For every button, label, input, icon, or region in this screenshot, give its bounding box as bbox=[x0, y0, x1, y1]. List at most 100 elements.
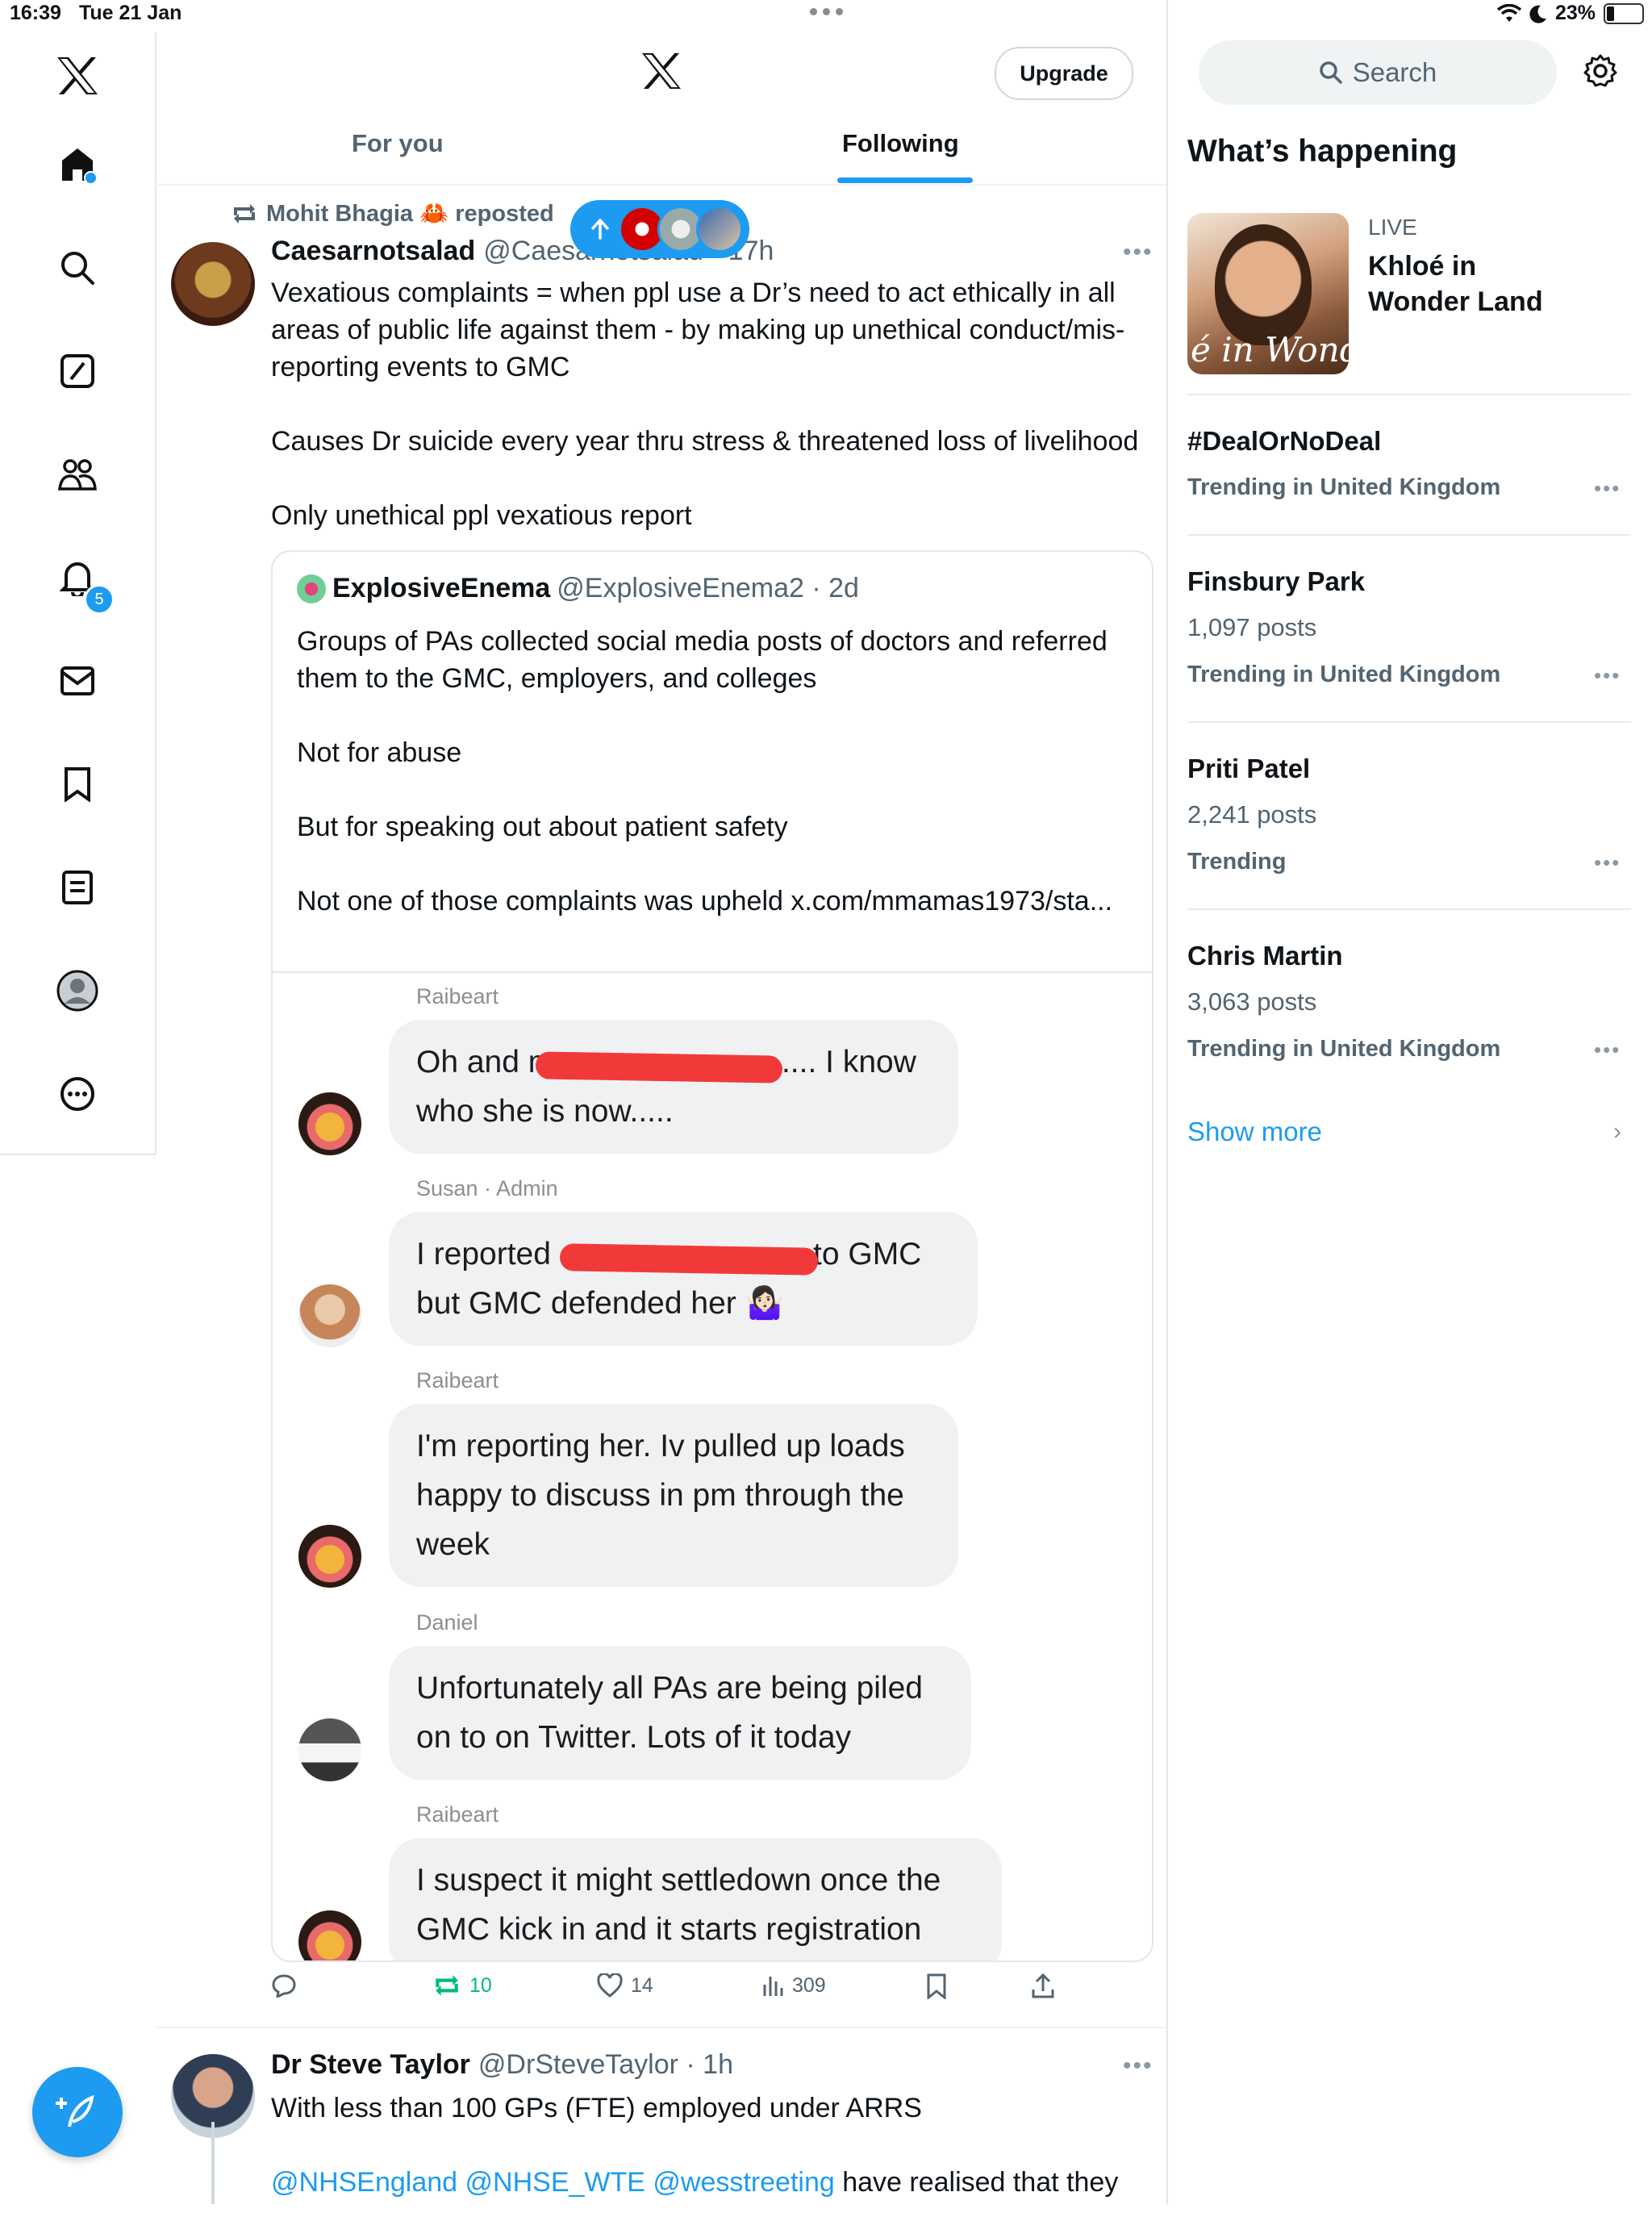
trend-meta: Trending in United Kingdom bbox=[1187, 1036, 1501, 1062]
show-more-link[interactable]: Show more bbox=[1187, 1117, 1322, 1147]
bookmark-button[interactable] bbox=[926, 1973, 947, 1999]
messages-icon[interactable] bbox=[50, 653, 105, 708]
live-event-title[interactable]: Khloé in Wonder Land bbox=[1368, 248, 1578, 319]
trend-more-icon[interactable]: ••• bbox=[1594, 476, 1621, 501]
x-header-logo-icon[interactable] bbox=[640, 52, 682, 90]
quote-author-handle: @ExplosiveEnema2 · 2d bbox=[557, 573, 859, 603]
chat-author: Raibeart bbox=[416, 1368, 499, 1392]
battery-icon bbox=[1604, 2, 1644, 24]
communities-icon[interactable] bbox=[50, 447, 105, 502]
chat-line: GMC kick in and it starts registration bbox=[416, 1912, 922, 1947]
caesarnotsalad-avatar[interactable] bbox=[171, 242, 255, 326]
notifications-badge: 5 bbox=[84, 584, 115, 615]
home-icon[interactable] bbox=[50, 137, 105, 192]
tweet2-author-name[interactable]: Dr Steve Taylor bbox=[271, 2049, 470, 2081]
tweet1-author-name[interactable]: Caesarnotsalad bbox=[271, 236, 475, 267]
chevron-right-icon[interactable]: › bbox=[1613, 1118, 1621, 1146]
chat-bubble: Oh and m .... I know who she is now..... bbox=[389, 1020, 958, 1154]
trend-meta: Trending bbox=[1187, 849, 1287, 875]
grok-icon[interactable] bbox=[50, 344, 105, 399]
trend-more-icon[interactable]: ••• bbox=[1594, 850, 1621, 875]
chat-bubble: I'm reporting her. Iv pulled up loads ha… bbox=[389, 1404, 958, 1587]
feather-plus-icon bbox=[56, 2094, 94, 2127]
chat-bubble: I suspect it might settledown once the G… bbox=[389, 1838, 1002, 1960]
quote-author-row: ExplosiveEnema @ExplosiveEnema2 · 2d bbox=[297, 573, 859, 604]
repost-icon bbox=[234, 204, 255, 223]
tab-for-you[interactable]: For you bbox=[352, 129, 444, 158]
share-button[interactable] bbox=[1031, 1973, 1055, 1999]
more-options-icon[interactable] bbox=[50, 1067, 105, 1121]
trend-divider bbox=[1187, 908, 1631, 910]
repost-count: 10 bbox=[469, 1973, 492, 1997]
chat-bubble: I reported to GMC but GMC defended her 🤷… bbox=[389, 1212, 978, 1346]
views-count: 309 bbox=[792, 1973, 826, 1997]
moon-icon bbox=[1529, 5, 1546, 23]
quote-paragraph: Not one of those complaints was upheld x… bbox=[297, 886, 1113, 916]
trend-title[interactable]: Finsbury Park bbox=[1187, 566, 1365, 597]
quote-paragraph: Not for abuse bbox=[297, 737, 462, 768]
reply-button[interactable] bbox=[271, 1973, 297, 1998]
chat-line: but GMC defended her 🤷🏻‍♀️ bbox=[416, 1286, 785, 1321]
lists-icon[interactable] bbox=[50, 860, 105, 915]
tweet2-line-rest: have realised that they bbox=[834, 2167, 1119, 2198]
tweet2-author-handle[interactable]: @DrSteveTaylor · 1h bbox=[478, 2049, 733, 2081]
like-count: 14 bbox=[631, 1973, 653, 1997]
chat-line: I suspect it might settledown once the bbox=[416, 1863, 941, 1898]
trend-count: 3,063 posts bbox=[1187, 987, 1317, 1016]
daniel-avatar bbox=[298, 1718, 361, 1781]
chat-line: Unfortunately all PAs are being piled bbox=[416, 1671, 923, 1706]
tweet1-body: Vexatious complaints = when ppl use a Dr… bbox=[271, 274, 1150, 571]
search-input[interactable]: Search bbox=[1199, 40, 1557, 105]
trend-title[interactable]: Chris Martin bbox=[1187, 941, 1343, 971]
trend-meta: Trending in United Kingdom bbox=[1187, 662, 1501, 687]
tweet1-paragraph: Only unethical ppl vexatious report bbox=[271, 500, 692, 531]
sidebar-nav: 5 bbox=[0, 32, 156, 1155]
search-icon[interactable] bbox=[50, 240, 105, 295]
tab-following[interactable]: Following bbox=[842, 129, 959, 158]
redaction-mark bbox=[535, 1051, 783, 1084]
settings-gear-icon[interactable] bbox=[1583, 53, 1618, 89]
trend-title[interactable]: Priti Patel bbox=[1187, 754, 1310, 784]
raibeart-avatar bbox=[298, 1092, 361, 1155]
quote-tweet-card[interactable]: ExplosiveEnema @ExplosiveEnema2 · 2d Gro… bbox=[271, 550, 1153, 1962]
reply-icon bbox=[272, 1974, 296, 1998]
quote-screenshot-image[interactable]: Raibeart Oh and m .... I know who she is… bbox=[273, 973, 1152, 1960]
tweet1-paragraph: Causes Dr suicide every year thru stress… bbox=[271, 426, 1139, 457]
views-chart-icon bbox=[763, 1977, 783, 1996]
quote-paragraph: But for speaking out about patient safet… bbox=[297, 812, 788, 842]
repost-button[interactable]: 10 bbox=[432, 1973, 492, 1998]
chat-author: Raibeart bbox=[416, 1802, 499, 1827]
live-label: LIVE bbox=[1368, 215, 1417, 240]
bookmark-icon[interactable] bbox=[50, 757, 105, 812]
tweet2-more-icon[interactable]: ••• bbox=[1123, 2052, 1153, 2080]
thread-connector bbox=[211, 2122, 215, 2204]
reposted-by-text: Mohit Bhagia 🦀 reposted bbox=[266, 201, 554, 227]
x-logo-icon[interactable] bbox=[50, 48, 105, 103]
views-button[interactable]: 309 bbox=[761, 1973, 826, 1998]
search-icon bbox=[1319, 61, 1342, 84]
trend-divider bbox=[1187, 534, 1631, 536]
quote-paragraph: Groups of PAs collected social media pos… bbox=[297, 626, 1108, 694]
tweet2-line: With less than 100 GPs (FTE) employed un… bbox=[271, 2093, 922, 2123]
tweet1-more-icon[interactable]: ••• bbox=[1123, 239, 1153, 266]
live-event-image[interactable]: é in Wonder L bbox=[1187, 213, 1349, 374]
trend-more-icon[interactable]: ••• bbox=[1594, 663, 1621, 688]
trend-more-icon[interactable]: ••• bbox=[1594, 1038, 1621, 1063]
chat-line: week bbox=[416, 1527, 490, 1562]
tweet2-mentions[interactable]: @NHSEngland @NHSE_WTE @wesstreeting bbox=[271, 2167, 835, 2198]
status-time: 16:39 bbox=[10, 2, 61, 24]
compose-post-button[interactable] bbox=[32, 2067, 123, 2157]
raibeart-avatar bbox=[298, 1525, 361, 1588]
quote-body: Groups of PAs collected social media pos… bbox=[297, 623, 1120, 957]
upgrade-button[interactable]: Upgrade bbox=[995, 47, 1133, 100]
quote-author-name: ExplosiveEnema bbox=[332, 573, 551, 603]
repost-context[interactable]: Mohit Bhagia 🦀 reposted bbox=[231, 200, 554, 228]
new-posts-pill[interactable] bbox=[570, 200, 749, 258]
profile-avatar-icon[interactable] bbox=[50, 963, 105, 1018]
raibeart-avatar bbox=[298, 1910, 361, 1960]
trend-title[interactable]: #DealOrNoDeal bbox=[1187, 426, 1381, 457]
trend-divider bbox=[1187, 721, 1631, 723]
like-button[interactable]: 14 bbox=[597, 1973, 653, 1998]
chat-line: who she is now..... bbox=[416, 1094, 674, 1129]
trend-count: 1,097 posts bbox=[1187, 613, 1317, 641]
